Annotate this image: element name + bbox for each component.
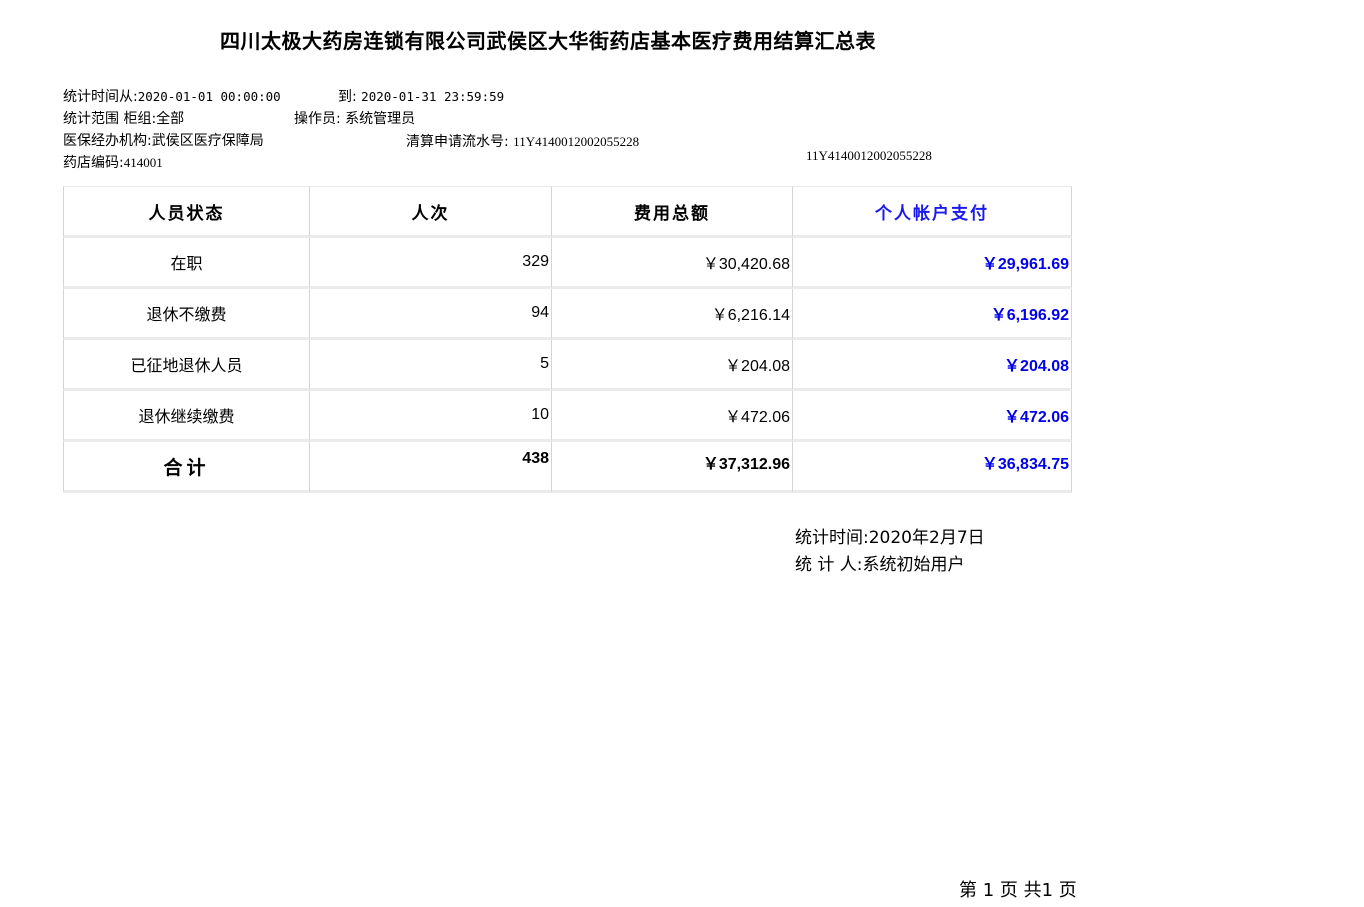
cell-personal: ￥6,196.92: [793, 289, 1072, 340]
col-header-total: 费用总额: [552, 186, 793, 238]
counter-label: 柜组:: [123, 111, 157, 127]
agency-row: 医保经办机构:武侯区医疗保障局: [63, 130, 264, 150]
store-code-label: 药店编码:: [63, 155, 124, 171]
stat-time-row: 统计时间从:2020-01-01 00:00:00: [63, 86, 281, 106]
table-row: 在职 329 ￥30,420.68 ￥29,961.69: [63, 238, 1072, 289]
total-label: 合计: [63, 442, 310, 493]
table-row: 退休继续缴费 10 ￥472.06 ￥472.06: [63, 391, 1072, 442]
footer-stat-person-value: 系统初始用户: [862, 555, 965, 575]
total-personal: ￥36,834.75: [793, 442, 1072, 493]
scope-row: 统计范围 柜组:全部: [63, 108, 184, 128]
cell-personal: ￥29,961.69: [793, 238, 1072, 289]
cell-personal: ￥472.06: [793, 391, 1072, 442]
cell-status: 退休不缴费: [63, 289, 310, 340]
col-header-status: 人员状态: [63, 186, 310, 238]
cell-count: 5: [310, 340, 552, 391]
store-code-value: 414001: [123, 155, 163, 170]
counter-value: 全部: [156, 111, 185, 127]
stat-time-from-label: 统计时间从:: [63, 89, 138, 105]
cell-status: 在职: [63, 238, 310, 289]
serial-row: 清算申请流水号: 11Y4140012002055228: [406, 131, 639, 151]
total-amount: ￥37,312.96: [552, 442, 793, 493]
cell-total: ￥6,216.14: [552, 289, 793, 340]
agency-value: 武侯区医疗保障局: [151, 133, 264, 149]
table-row: 退休不缴费 94 ￥6,216.14 ￥6,196.92: [63, 289, 1072, 340]
stat-time-to-row: 到: 2020-01-31 23:59:59: [338, 86, 504, 106]
cell-count: 10: [310, 391, 552, 442]
serial-label: 清算申请流水号:: [406, 134, 509, 150]
stat-time-to-label: 到:: [338, 89, 357, 105]
serial-value-right: 11Y4140012002055228: [806, 148, 932, 163]
footer-stat-time-label: 统计时间:: [795, 528, 869, 548]
operator-row: 操作员: 系统管理员: [294, 108, 415, 128]
cell-personal: ￥204.08: [793, 340, 1072, 391]
cell-total: ￥472.06: [552, 391, 793, 442]
stat-time-from-value: 2020-01-01 00:00:00: [137, 89, 281, 104]
cell-count: 329: [310, 238, 552, 289]
table-header-row: 人员状态 人次 费用总额 个人帐户支付: [63, 186, 1072, 238]
footer-stat-time-value: 2020年2月7日: [868, 528, 985, 548]
report-title: 四川太极大药房连锁有限公司武侯区大华街药店基本医疗费用结算汇总表: [220, 29, 876, 53]
footer-stat-person-label: 统 计 人:: [795, 555, 863, 575]
stat-time-to-value: 2020-01-31 23:59:59: [361, 89, 505, 104]
table-total-row: 合计 438 ￥37,312.96 ￥36,834.75: [63, 442, 1072, 493]
cell-status: 已征地退休人员: [63, 340, 310, 391]
operator-value: 系统管理员: [345, 111, 416, 127]
cell-total: ￥30,420.68: [552, 238, 793, 289]
footer-stat-time: 统计时间:2020年2月7日: [795, 523, 985, 548]
col-header-personal: 个人帐户支付: [793, 186, 1072, 238]
settlement-summary-table: 人员状态 人次 费用总额 个人帐户支付 在职 329 ￥30,420.68 ￥2…: [63, 186, 1072, 493]
cell-total: ￥204.08: [552, 340, 793, 391]
agency-label: 医保经办机构:: [63, 133, 152, 149]
cell-count: 94: [310, 289, 552, 340]
store-code-row: 药店编码:414001: [63, 152, 163, 172]
operator-label: 操作员:: [294, 111, 341, 127]
total-count: 438: [310, 442, 552, 493]
table-row: 已征地退休人员 5 ￥204.08 ￥204.08: [63, 340, 1072, 391]
serial-value: 11Y4140012002055228: [513, 134, 640, 149]
cell-status: 退休继续缴费: [63, 391, 310, 442]
scope-label: 统计范围: [63, 111, 119, 127]
col-header-count: 人次: [310, 186, 552, 238]
page-indicator: 第 1 页 共1 页: [959, 880, 1077, 901]
footer-stat-person: 统 计 人:系统初始用户: [795, 550, 965, 575]
